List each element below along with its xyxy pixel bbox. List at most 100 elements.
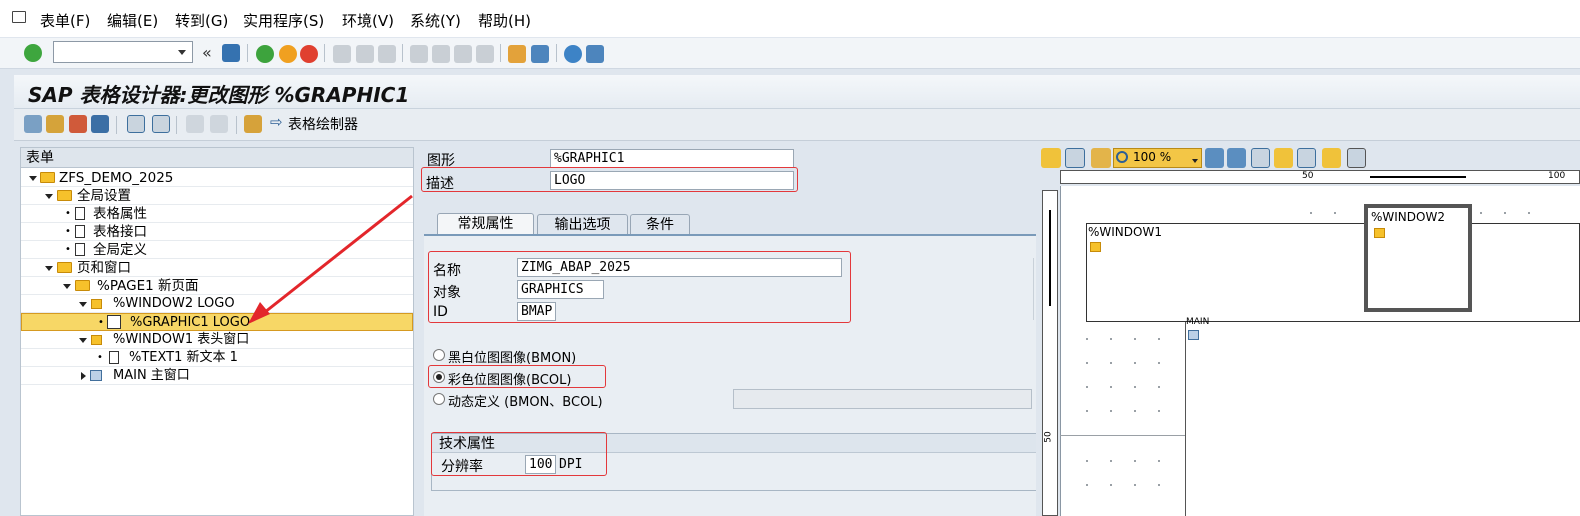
next-page-icon[interactable] [454, 45, 472, 63]
grid-dot [1480, 212, 1482, 214]
window-icon [1374, 228, 1385, 238]
bullet: • [65, 208, 71, 219]
exit-icon[interactable] [279, 45, 297, 63]
grid-dot [1528, 212, 1530, 214]
separator [116, 116, 117, 134]
redo-icon[interactable] [210, 115, 228, 133]
find-next-icon[interactable] [378, 45, 396, 63]
tree-node-root[interactable]: ZFS_DEMO_2025 [21, 169, 413, 187]
tree-node-window1[interactable]: %WINDOW1 表头窗口 [21, 331, 413, 349]
tree-node-label: %WINDOW2 LOGO [113, 296, 235, 311]
activate-icon[interactable] [69, 115, 87, 133]
expand-icon[interactable] [29, 176, 37, 181]
prev-page-icon[interactable] [432, 45, 450, 63]
tree-node-label: ZFS_DEMO_2025 [59, 170, 174, 186]
grid-align-icon[interactable] [1297, 148, 1316, 168]
tab-conditions[interactable]: 条件 [630, 214, 690, 235]
grid-dot [1158, 484, 1160, 486]
zoom-out-icon[interactable] [1227, 148, 1246, 168]
display-change-icon[interactable] [24, 115, 42, 133]
radio-bmon[interactable] [433, 349, 445, 361]
menu-edit[interactable]: 编辑(E) [107, 10, 158, 31]
arrow-right-icon[interactable]: ⇨ [270, 113, 283, 131]
layers-icon[interactable] [1091, 148, 1111, 168]
pin-icon[interactable] [1041, 148, 1061, 168]
grid-dot [1334, 212, 1336, 214]
layout-menu-icon[interactable] [586, 45, 604, 63]
grid-dot [1110, 460, 1112, 462]
settings-icon[interactable] [1347, 148, 1366, 168]
form-painter-button[interactable]: 表格绘制器 [288, 114, 358, 134]
menu-system[interactable]: 系统(Y) [410, 10, 461, 31]
ruler-icon[interactable] [1322, 148, 1341, 168]
enter-icon[interactable] [24, 44, 42, 62]
grid-dot [1086, 338, 1088, 340]
tree-node-text1[interactable]: • %TEXT1 新文本 1 [21, 349, 413, 367]
grid-dot [1158, 386, 1160, 388]
grid-dot [1134, 338, 1136, 340]
zoom-in-icon[interactable] [1205, 148, 1224, 168]
separator [556, 44, 557, 62]
grid-settings-icon[interactable] [1065, 148, 1085, 168]
graphic-field[interactable]: %GRAPHIC1 [550, 149, 794, 168]
collapse-icon[interactable]: « [202, 43, 212, 62]
print-icon[interactable] [333, 45, 351, 63]
last-page-icon[interactable] [476, 45, 494, 63]
tree-node-label: %GRAPHIC1 LOGO [130, 315, 251, 330]
page-title: SAP 表格设计器:更改图形 %GRAPHIC1 [28, 83, 410, 107]
collapse-tree-icon[interactable] [152, 115, 170, 133]
grid-dot [1504, 212, 1506, 214]
window-icon [91, 299, 102, 309]
horizontal-ruler [1060, 170, 1580, 184]
check-icon[interactable] [46, 115, 64, 133]
document-icon [75, 207, 85, 220]
first-page-icon[interactable] [410, 45, 428, 63]
expand-icon[interactable] [127, 115, 145, 133]
grid-dot [1110, 484, 1112, 486]
save-icon[interactable] [222, 44, 240, 62]
grid-icon[interactable] [1274, 148, 1293, 168]
radio-dynamic[interactable] [433, 393, 445, 405]
new-session-icon[interactable] [508, 45, 526, 63]
folder-icon [40, 172, 55, 183]
grid-dot [1310, 212, 1312, 214]
expand-icon[interactable] [79, 338, 87, 343]
dynamic-definition-field[interactable] [733, 389, 1032, 409]
expand-icon[interactable] [45, 266, 53, 271]
tab-general[interactable]: 常规属性 [437, 213, 534, 236]
test-icon[interactable] [91, 115, 109, 133]
menu-form[interactable]: 表单(F) [40, 10, 90, 31]
menu-utilities[interactable]: 实用程序(S) [243, 10, 324, 31]
grid-dot [1086, 386, 1088, 388]
tree-node-main[interactable]: MAIN 主窗口 [21, 367, 413, 385]
menu-bar: 表单(F) 编辑(E) 转到(G) 实用程序(S) 环境(V) 系统(Y) 帮助… [0, 0, 1580, 38]
cancel-icon[interactable] [300, 45, 318, 63]
system-toolbar: « [0, 38, 1580, 69]
tree-node-label: %TEXT1 新文本 1 [129, 350, 238, 365]
command-field[interactable] [53, 41, 193, 63]
form-icon[interactable] [244, 115, 262, 133]
folder-icon [75, 280, 90, 291]
shortcut-icon[interactable] [531, 45, 549, 63]
chevron-down-icon[interactable] [178, 50, 186, 55]
help-icon[interactable] [564, 45, 582, 63]
fit-page-icon[interactable] [1251, 148, 1270, 168]
vertical-range-arrow [1049, 210, 1051, 306]
undo-icon[interactable] [186, 115, 204, 133]
radio-dynamic-label: 动态定义 (BMON、BCOL) [448, 395, 603, 410]
back-icon[interactable] [256, 45, 274, 63]
tab-output-options[interactable]: 输出选项 [537, 214, 628, 235]
expand-icon[interactable] [63, 284, 71, 289]
expand-icon[interactable] [45, 194, 53, 199]
expand-icon[interactable] [79, 302, 87, 307]
grid-dot [1134, 410, 1136, 412]
chevron-down-icon[interactable] [1192, 159, 1198, 163]
menu-help[interactable]: 帮助(H) [478, 10, 531, 31]
expand-icon[interactable] [81, 372, 86, 380]
find-icon[interactable] [356, 45, 374, 63]
vruler-tick-50: 50 [1043, 431, 1054, 443]
menu-goto[interactable]: 转到(G) [175, 10, 228, 31]
menu-environment[interactable]: 环境(V) [342, 10, 394, 31]
menu-icon[interactable] [12, 11, 26, 23]
grid-dot [1134, 362, 1136, 364]
